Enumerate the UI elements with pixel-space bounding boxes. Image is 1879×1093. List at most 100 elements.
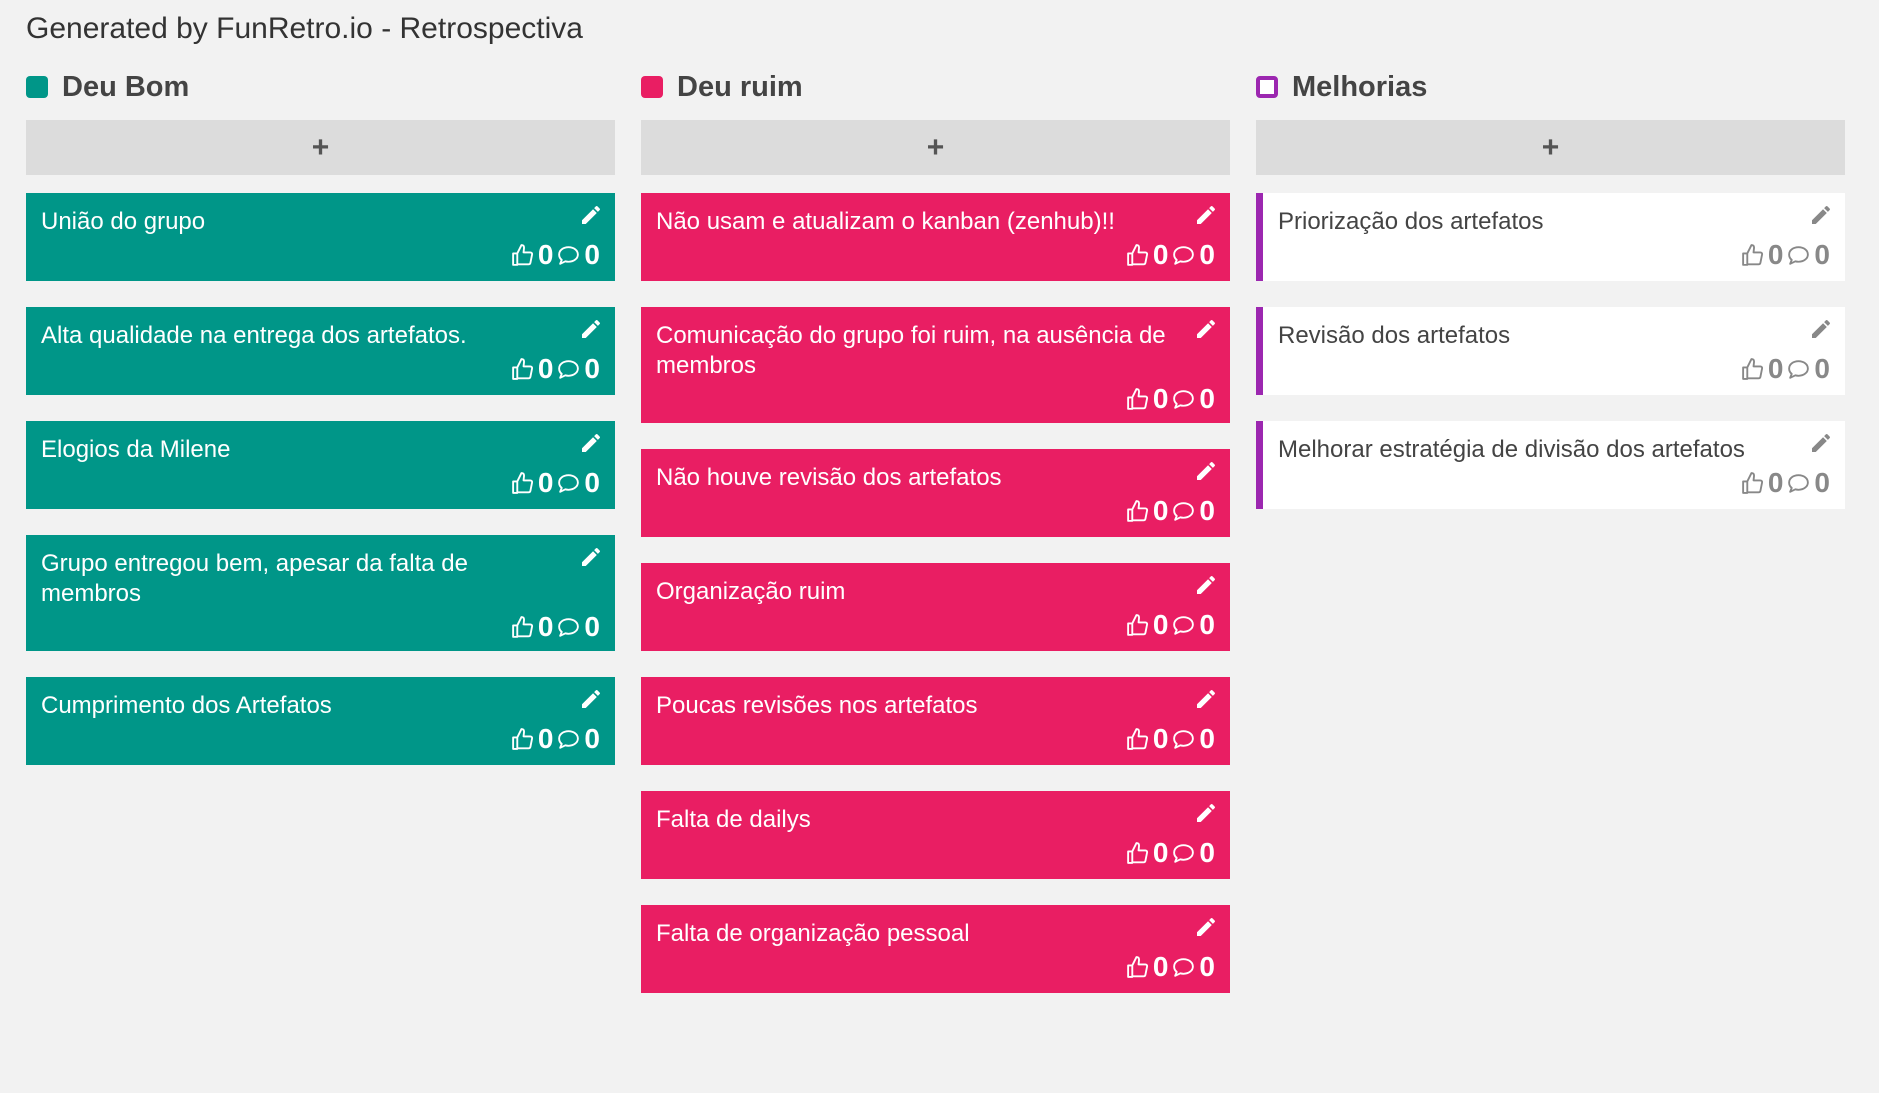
card[interactable]: Não houve revisão dos artefatos 0 0 bbox=[641, 449, 1230, 537]
comment-button[interactable]: 0 bbox=[1171, 495, 1218, 527]
pencil-icon[interactable] bbox=[579, 431, 603, 455]
comment-count: 0 bbox=[1199, 837, 1215, 868]
vote-button[interactable]: 0 bbox=[1740, 467, 1787, 499]
card-footer: 0 0 bbox=[656, 609, 1218, 641]
vote-button[interactable]: 0 bbox=[510, 353, 557, 385]
card-text: Priorização dos artefatos bbox=[1278, 208, 1544, 235]
comment-icon bbox=[1788, 359, 1810, 379]
card-footer: 0 0 bbox=[1278, 467, 1833, 499]
card[interactable]: Falta de dailys 0 0 bbox=[641, 791, 1230, 879]
vote-button[interactable]: 0 bbox=[1125, 495, 1172, 527]
comment-count: 0 bbox=[584, 467, 600, 498]
pencil-icon[interactable] bbox=[1194, 573, 1218, 597]
pencil-icon[interactable] bbox=[579, 317, 603, 341]
card[interactable]: Grupo entregou bem, apesar da falta de m… bbox=[26, 535, 615, 651]
comment-button[interactable]: 0 bbox=[556, 611, 603, 643]
board: Deu Bom + União do grupo 0 0 Alta qualid… bbox=[26, 68, 1853, 1019]
comment-count: 0 bbox=[1199, 239, 1215, 270]
vote-button[interactable]: 0 bbox=[1125, 383, 1172, 415]
pencil-icon[interactable] bbox=[1194, 801, 1218, 825]
comment-count: 0 bbox=[1199, 951, 1215, 982]
pencil-icon[interactable] bbox=[579, 545, 603, 569]
card[interactable]: Comunicação do grupo foi ruim, na ausênc… bbox=[641, 307, 1230, 423]
pencil-icon[interactable] bbox=[579, 687, 603, 711]
vote-count: 0 bbox=[537, 239, 554, 270]
card-footer: 0 0 bbox=[41, 611, 603, 643]
pencil-icon[interactable] bbox=[1194, 915, 1218, 939]
comment-button[interactable]: 0 bbox=[1786, 353, 1833, 385]
card[interactable]: Elogios da Milene 0 0 bbox=[26, 421, 615, 509]
comment-count: 0 bbox=[1199, 495, 1215, 526]
comment-button[interactable]: 0 bbox=[556, 239, 603, 271]
vote-button[interactable]: 0 bbox=[1125, 239, 1172, 271]
comment-button[interactable]: 0 bbox=[1171, 951, 1218, 983]
vote-button[interactable]: 0 bbox=[510, 467, 557, 499]
comment-button[interactable]: 0 bbox=[1171, 383, 1218, 415]
card[interactable]: Não usam e atualizam o kanban (zenhub)!!… bbox=[641, 193, 1230, 281]
thumbs-up-icon bbox=[512, 727, 533, 750]
card-text: Não usam e atualizam o kanban (zenhub)!! bbox=[656, 208, 1115, 235]
vote-button[interactable]: 0 bbox=[1740, 239, 1787, 271]
vote-button[interactable]: 0 bbox=[1125, 723, 1172, 755]
vote-button[interactable]: 0 bbox=[510, 611, 557, 643]
add-card-button[interactable]: + bbox=[641, 120, 1230, 175]
comment-count: 0 bbox=[584, 239, 600, 270]
pencil-icon[interactable] bbox=[1809, 431, 1833, 455]
comment-button[interactable]: 0 bbox=[1171, 837, 1218, 869]
pencil-icon[interactable] bbox=[1194, 203, 1218, 227]
vote-count: 0 bbox=[1152, 383, 1169, 414]
pencil-icon[interactable] bbox=[1809, 317, 1833, 341]
comment-count: 0 bbox=[1199, 609, 1215, 640]
card-text: Falta de dailys bbox=[656, 806, 811, 833]
pencil-icon[interactable] bbox=[1194, 459, 1218, 483]
thumbs-up-icon bbox=[1742, 471, 1763, 494]
card[interactable]: Cumprimento dos Artefatos 0 0 bbox=[26, 677, 615, 765]
card[interactable]: Priorização dos artefatos 0 0 bbox=[1256, 193, 1845, 281]
card-footer: 0 0 bbox=[656, 837, 1218, 869]
comment-button[interactable]: 0 bbox=[1786, 239, 1833, 271]
column-header: Deu Bom bbox=[26, 68, 615, 106]
add-card-button[interactable]: + bbox=[26, 120, 615, 175]
pencil-icon[interactable] bbox=[1809, 203, 1833, 227]
comment-button[interactable]: 0 bbox=[556, 467, 603, 499]
column-deu-bom: Deu Bom + União do grupo 0 0 Alta qualid… bbox=[26, 68, 615, 1019]
comment-icon bbox=[1173, 729, 1195, 749]
comment-button[interactable]: 0 bbox=[1171, 609, 1218, 641]
card-text: União do grupo bbox=[41, 208, 206, 235]
card-text: Poucas revisões nos artefatos bbox=[656, 692, 978, 719]
pencil-icon[interactable] bbox=[1194, 317, 1218, 341]
card-text: Revisão dos artefatos bbox=[1278, 322, 1511, 349]
vote-button[interactable]: 0 bbox=[1740, 353, 1787, 385]
card[interactable]: Melhorar estratégia de divisão dos artef… bbox=[1256, 421, 1845, 509]
comment-icon bbox=[1173, 389, 1195, 409]
thumbs-up-icon bbox=[1127, 727, 1148, 750]
vote-button[interactable]: 0 bbox=[1125, 951, 1172, 983]
vote-button[interactable]: 0 bbox=[1125, 837, 1172, 869]
vote-button[interactable]: 0 bbox=[510, 239, 557, 271]
card[interactable]: Falta de organização pessoal 0 0 bbox=[641, 905, 1230, 993]
thumbs-up-icon bbox=[512, 243, 533, 266]
card-footer: 0 0 bbox=[1278, 353, 1833, 385]
vote-button[interactable]: 0 bbox=[1125, 609, 1172, 641]
card[interactable]: Organização ruim 0 0 bbox=[641, 563, 1230, 651]
comment-button[interactable]: 0 bbox=[556, 723, 603, 755]
thumbs-up-icon bbox=[1127, 955, 1148, 978]
add-card-button[interactable]: + bbox=[1256, 120, 1845, 175]
card[interactable]: Alta qualidade na entrega dos artefatos.… bbox=[26, 307, 615, 395]
card-footer: 0 0 bbox=[1278, 239, 1833, 271]
card[interactable]: Revisão dos artefatos 0 0 bbox=[1256, 307, 1845, 395]
comment-count: 0 bbox=[1814, 353, 1830, 384]
column-color-swatch bbox=[26, 76, 48, 98]
pencil-icon[interactable] bbox=[579, 203, 603, 227]
card[interactable]: União do grupo 0 0 bbox=[26, 193, 615, 281]
column-deu-ruim: Deu ruim + Não usam e atualizam o kanban… bbox=[641, 68, 1230, 1019]
comment-button[interactable]: 0 bbox=[1171, 723, 1218, 755]
pencil-icon[interactable] bbox=[1194, 687, 1218, 711]
card[interactable]: Poucas revisões nos artefatos 0 0 bbox=[641, 677, 1230, 765]
vote-button[interactable]: 0 bbox=[510, 723, 557, 755]
comment-button[interactable]: 0 bbox=[1171, 239, 1218, 271]
thumbs-up-icon bbox=[512, 357, 533, 380]
comment-button[interactable]: 0 bbox=[1786, 467, 1833, 499]
comment-button[interactable]: 0 bbox=[556, 353, 603, 385]
comment-count: 0 bbox=[584, 723, 600, 754]
